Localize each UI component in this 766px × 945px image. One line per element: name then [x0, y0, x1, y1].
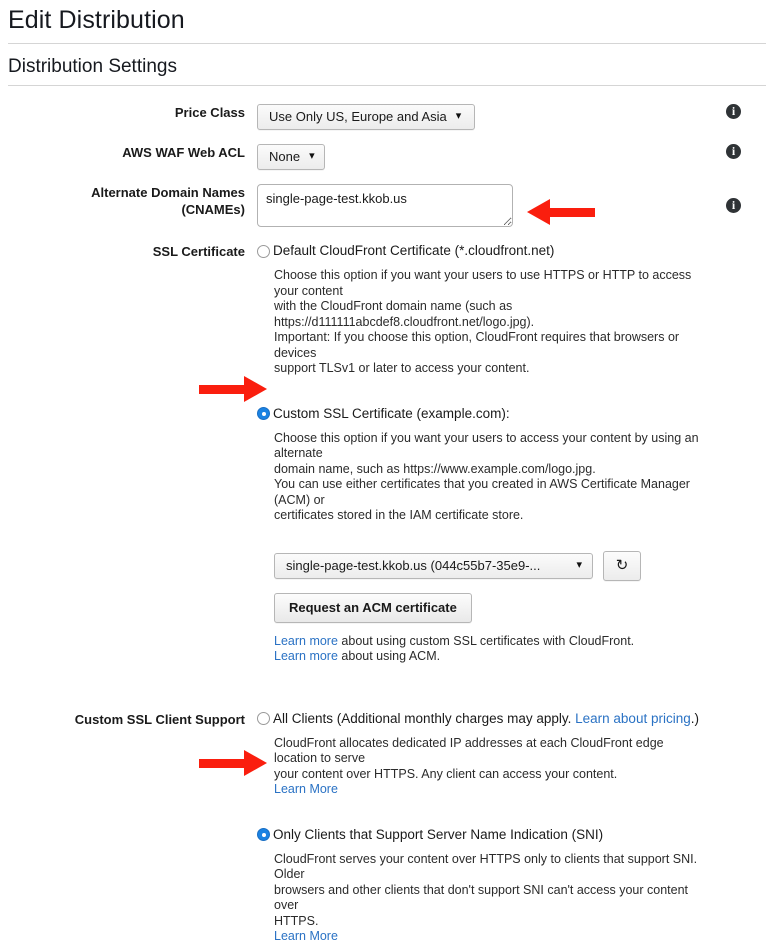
edit-distribution-page: Edit Distribution Distribution Settings … — [0, 0, 766, 943]
info-icon[interactable]: i — [726, 198, 741, 213]
waf-acl-info: i — [710, 144, 766, 159]
price-class-label: Price Class — [174, 105, 245, 120]
client-support-label: Custom SSL Client Support — [74, 711, 245, 727]
ssl-certificate-field: Default CloudFront Certificate (*.cloudf… — [245, 242, 710, 665]
desc-line: browsers and other clients that don't su… — [274, 882, 689, 913]
sni-description: CloudFront serves your content over HTTP… — [257, 852, 710, 945]
learn-more-ssl-link[interactable]: Learn more — [274, 634, 338, 648]
radio-custom-cert-button[interactable] — [257, 407, 270, 420]
all-clients-text-after: .) — [690, 710, 699, 726]
row-client-support: Custom SSL Client Support All Clients (A… — [0, 710, 766, 945]
learn-more-acm-text: about using ACM. — [337, 649, 441, 663]
cnames-label: Alternate Domain Names (CNAMEs) — [0, 184, 245, 218]
radio-sni[interactable]: Only Clients that Support Server Name In… — [257, 826, 710, 844]
learn-more-ssl-line: Learn more about using custom SSL certif… — [274, 634, 710, 650]
all-clients-description: CloudFront allocates dedicated IP addres… — [257, 736, 710, 798]
desc-line: CloudFront allocates dedicated IP addres… — [274, 735, 664, 766]
waf-acl-select[interactable]: None ▾ — [257, 144, 325, 170]
desc-line: You can use either certificates that you… — [274, 477, 690, 507]
price-class-value: Use Only US, Europe and Asia — [269, 109, 447, 124]
row-price-class: Price Class Use Only US, Europe and Asia… — [0, 104, 766, 130]
info-icon[interactable]: i — [726, 104, 741, 119]
learn-more-acm-link[interactable]: Learn more — [274, 649, 338, 663]
request-acm-row: Request an ACM certificate — [257, 592, 710, 623]
desc-line: HTTPS. — [274, 913, 319, 928]
row-cnames: Alternate Domain Names (CNAMEs) i — [0, 184, 766, 232]
desc-line: Important: If you choose this option, Cl… — [274, 330, 680, 360]
desc-line: CloudFront serves your content over HTTP… — [274, 851, 698, 882]
waf-acl-value: None — [269, 149, 301, 164]
all-clients-text-before: All Clients (Additional monthly charges … — [273, 710, 576, 726]
ssl-certificate-label: SSL Certificate — [152, 244, 245, 259]
certificate-select-value: single-page-test.kkob.us (044c55b7-35e9-… — [286, 557, 541, 573]
learn-more-ssl-text: about using custom SSL certificates with… — [337, 633, 635, 648]
request-acm-certificate-button[interactable]: Request an ACM certificate — [274, 592, 472, 623]
price-class-field: Use Only US, Europe and Asia ▾ — [245, 104, 710, 130]
radio-sni-label[interactable]: Only Clients that Support Server Name In… — [273, 826, 603, 844]
desc-line: your content over HTTPS. Any client can … — [274, 766, 618, 781]
section-title: Distribution Settings — [8, 56, 177, 77]
desc-line: https://d111111abcdef8.cloudfront.net/lo… — [274, 314, 535, 329]
desc-line: support TLSv1 or later to access your co… — [274, 361, 530, 375]
waf-acl-field: None ▾ — [245, 144, 710, 170]
default-cert-description: Choose this option if you want your user… — [257, 268, 710, 377]
cnames-input[interactable] — [257, 184, 513, 227]
desc-line: certificates stored in the IAM certifica… — [274, 508, 524, 522]
refresh-icon: ↻ — [615, 557, 629, 574]
radio-all-clients-label[interactable]: All Clients (Additional monthly charges … — [273, 710, 699, 728]
waf-acl-label: AWS WAF Web ACL — [122, 145, 245, 160]
price-class-info: i — [710, 104, 766, 119]
cnames-label-line2: (CNAMEs) — [181, 202, 245, 217]
learn-about-pricing-link[interactable]: Learn about pricing — [575, 711, 691, 726]
sni-learn-more-line: Learn More — [274, 929, 710, 945]
desc-line: with the CloudFront domain name (such as — [274, 299, 513, 313]
all-clients-learn-more-link[interactable]: Learn More — [274, 782, 338, 796]
page-title: Edit Distribution — [8, 6, 185, 34]
refresh-certificates-button[interactable]: ↻ — [603, 550, 641, 581]
chevron-down-icon: ▾ — [576, 558, 582, 571]
all-clients-learn-more-line: Learn More — [274, 782, 710, 798]
row-ssl-certificate: SSL Certificate Default CloudFront Certi… — [0, 242, 766, 665]
certificate-picker-row: single-page-test.kkob.us (044c55b7-35e9-… — [257, 550, 710, 581]
chevron-down-icon: ▾ — [309, 150, 315, 162]
distribution-settings-form: Price Class Use Only US, Europe and Asia… — [0, 86, 766, 945]
cnames-label-line1: Alternate Domain Names — [91, 185, 245, 200]
radio-sni-button[interactable] — [257, 828, 270, 841]
custom-cert-links: Learn more about using custom SSL certif… — [257, 634, 710, 665]
radio-custom-cert-label[interactable]: Custom SSL Certificate (example.com): — [273, 405, 510, 423]
custom-cert-description: Choose this option if you want your user… — [257, 431, 710, 524]
learn-more-acm-line: Learn more about using ACM. — [274, 649, 710, 665]
radio-all-clients-button[interactable] — [257, 712, 270, 725]
info-icon[interactable]: i — [726, 144, 741, 159]
desc-line: domain name, such as https://www.example… — [274, 461, 596, 476]
radio-default-cloudfront-cert[interactable]: Default CloudFront Certificate (*.cloudf… — [257, 242, 710, 260]
cnames-info: i — [710, 184, 766, 213]
price-class-select[interactable]: Use Only US, Europe and Asia ▾ — [257, 104, 475, 130]
sni-learn-more-link[interactable]: Learn More — [274, 929, 338, 943]
radio-custom-ssl-cert[interactable]: Custom SSL Certificate (example.com): — [257, 405, 710, 423]
cnames-field — [245, 184, 710, 232]
desc-line: Choose this option if you want your user… — [274, 430, 699, 461]
radio-all-clients[interactable]: All Clients (Additional monthly charges … — [257, 710, 710, 728]
radio-default-cert-label[interactable]: Default CloudFront Certificate (*.cloudf… — [273, 242, 554, 260]
row-waf-acl: AWS WAF Web ACL None ▾ i — [0, 144, 766, 170]
desc-line: Choose this option if you want your user… — [274, 268, 692, 298]
client-support-field: All Clients (Additional monthly charges … — [245, 710, 710, 945]
radio-default-cert-button[interactable] — [257, 244, 270, 258]
certificate-select[interactable]: single-page-test.kkob.us (044c55b7-35e9-… — [274, 552, 593, 579]
chevron-down-icon: ▾ — [455, 110, 462, 122]
